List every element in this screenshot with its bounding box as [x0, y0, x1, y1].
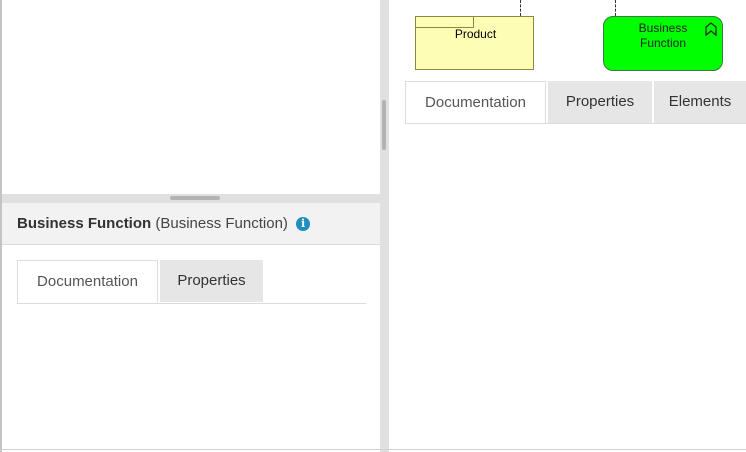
- tab-documentation[interactable]: Documentation: [405, 81, 546, 124]
- tab-documentation[interactable]: Documentation: [17, 260, 158, 303]
- business-function-label: Business Function: [622, 21, 704, 51]
- splitter-grip-icon[interactable]: [382, 100, 386, 150]
- info-icon[interactable]: i: [296, 217, 311, 231]
- business-function-icon: [705, 22, 717, 37]
- details-title: Business Function (Business Function) i: [17, 215, 311, 232]
- relationship-line: [615, 0, 616, 16]
- right-pane: Product Business Function Documentation …: [389, 0, 746, 452]
- details-header: Business Function (Business Function) i: [2, 203, 380, 245]
- element-name: Business Function: [17, 215, 152, 232]
- right-panel-tabs: Documentation Properties Elements: [405, 81, 746, 124]
- business-function-element[interactable]: Business Function: [603, 16, 723, 71]
- tab-properties[interactable]: Properties: [548, 81, 652, 123]
- product-element[interactable]: Product: [415, 16, 534, 70]
- element-type: (Business Function): [155, 215, 288, 232]
- business-function-label-line1: Business: [638, 21, 688, 35]
- vertical-splitter[interactable]: [380, 0, 389, 452]
- tab-elements[interactable]: Elements: [654, 81, 746, 123]
- left-pane: Business Function (Business Function) i …: [0, 0, 380, 452]
- left-top-area: [2, 0, 380, 194]
- relationship-line: [520, 0, 521, 16]
- business-function-label-line2: Function: [639, 36, 687, 50]
- bottom-border: [0, 449, 746, 450]
- splitter-grip-icon[interactable]: [170, 196, 220, 200]
- tab-properties[interactable]: Properties: [160, 260, 263, 302]
- tabs-divider: [405, 123, 746, 124]
- product-label: Product: [454, 27, 497, 41]
- details-tabs: Documentation Properties: [17, 260, 366, 304]
- horizontal-splitter[interactable]: [2, 194, 380, 203]
